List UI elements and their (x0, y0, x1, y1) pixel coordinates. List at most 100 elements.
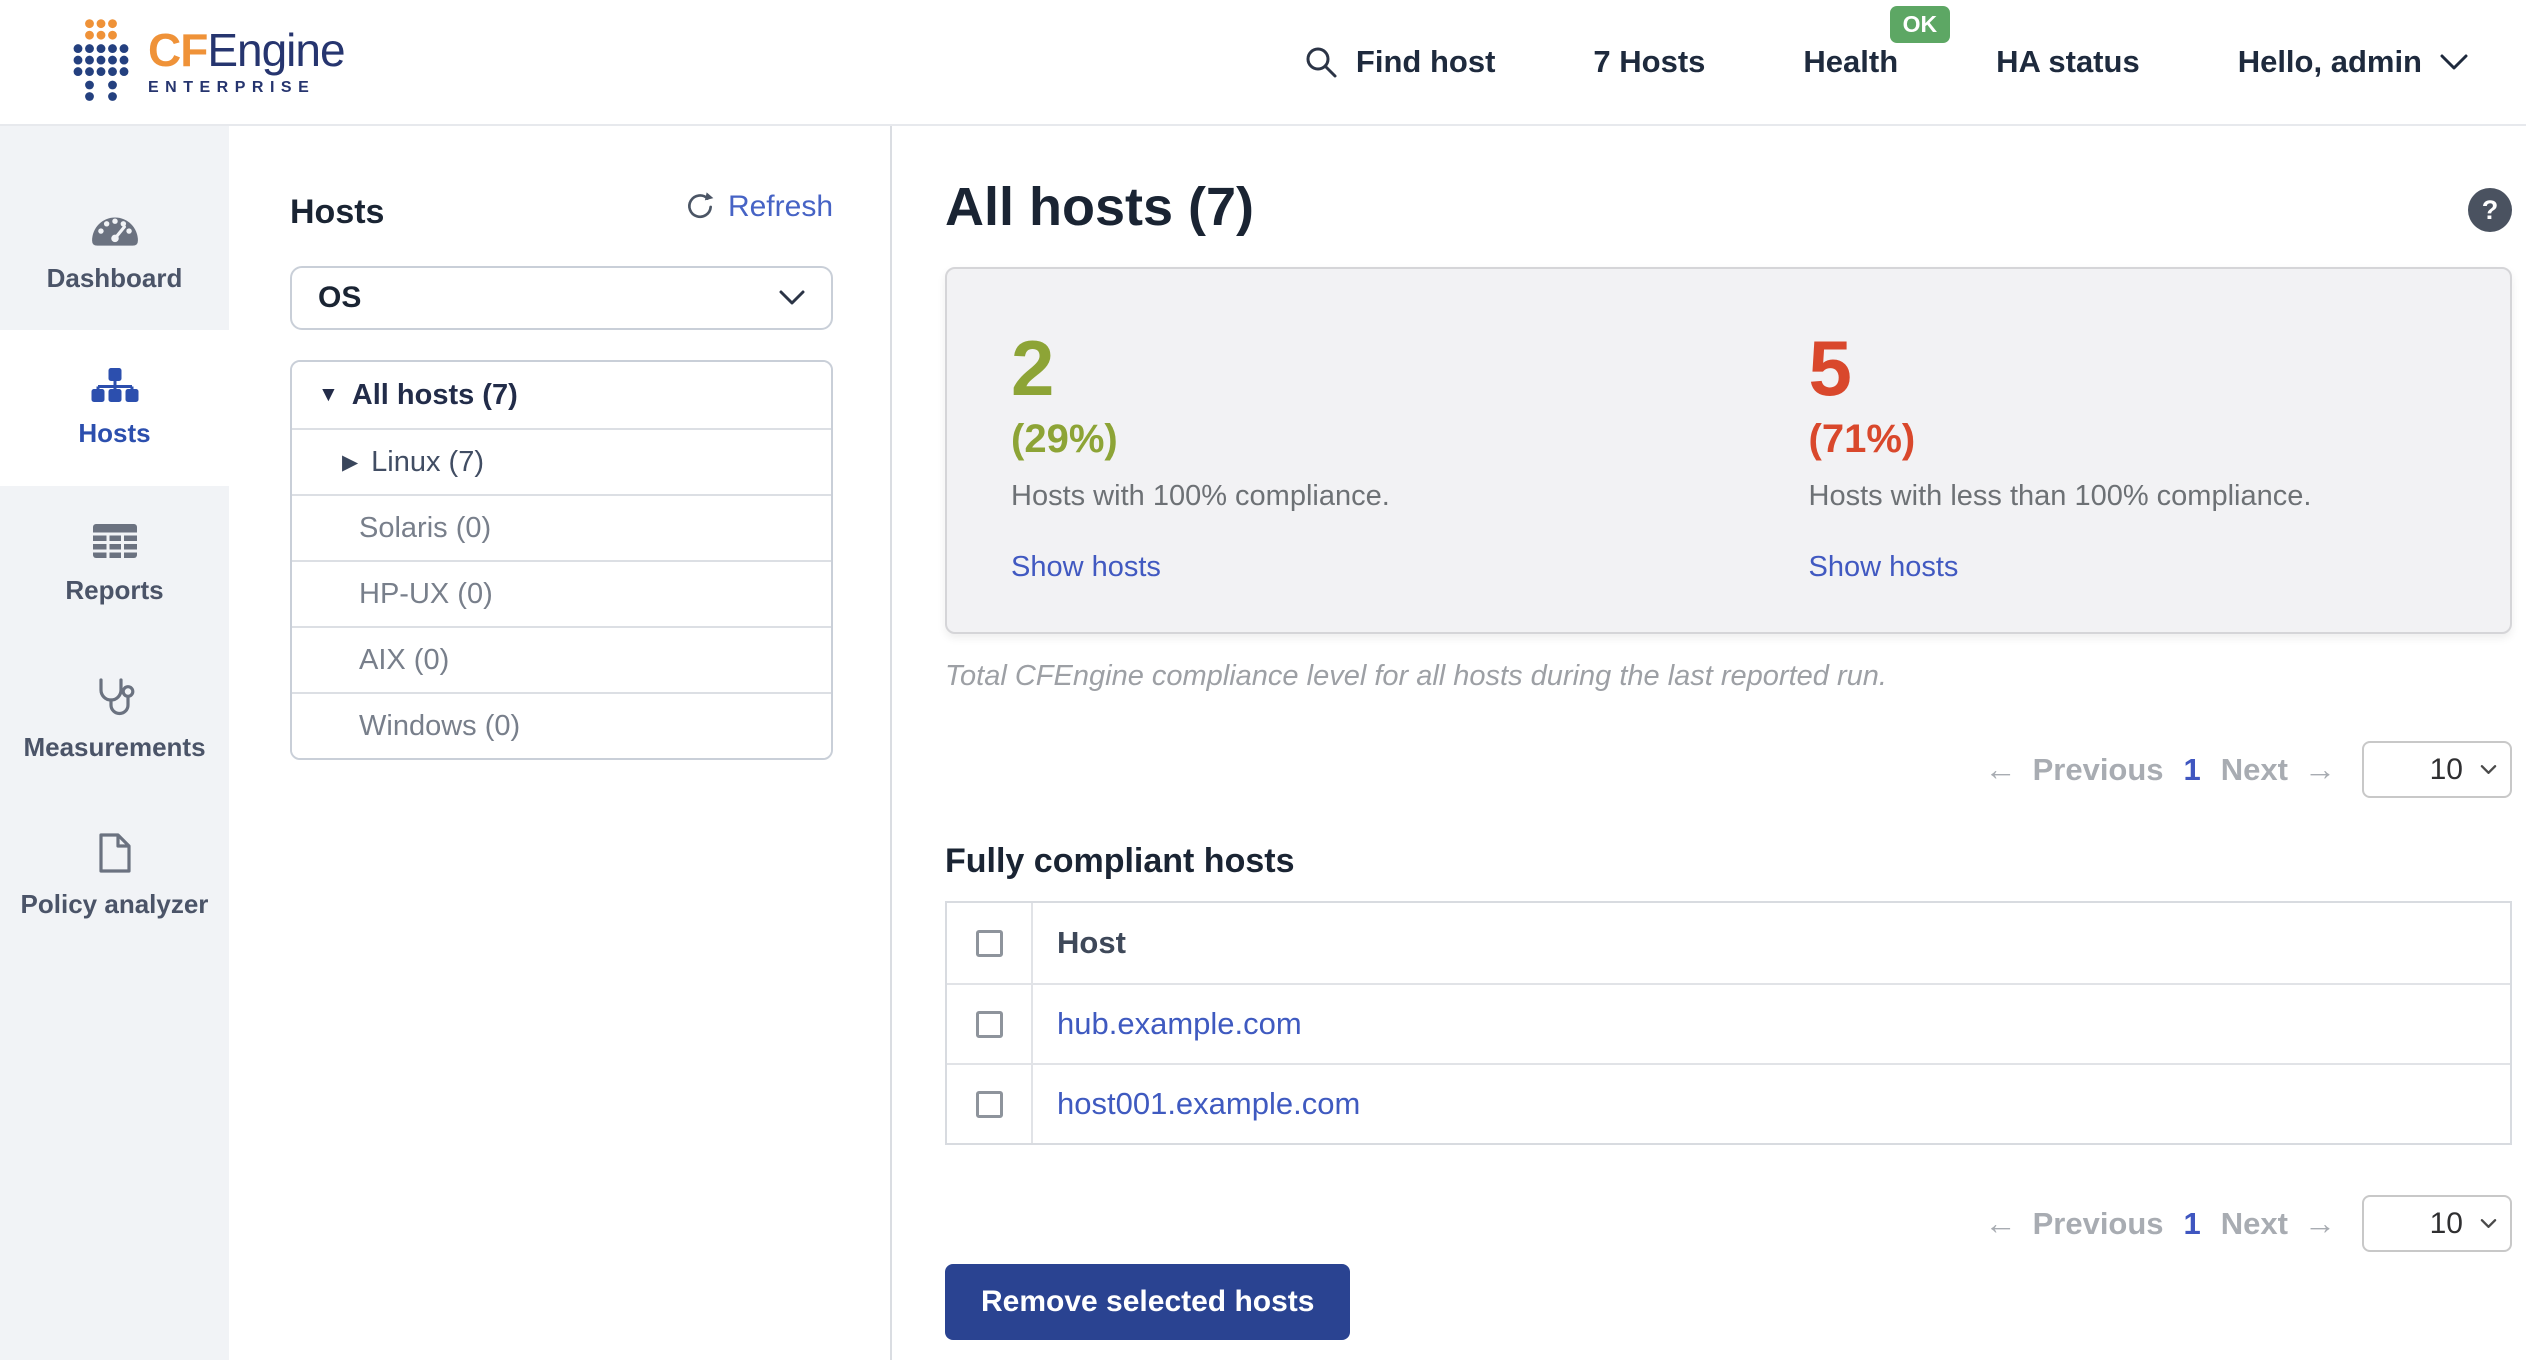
tree-item-windows[interactable]: Windows (0) (292, 692, 831, 758)
compliance-summary-box: 2 (29%) Hosts with 100% compliance. Show… (945, 267, 2512, 635)
tree-item-label: All hosts (7) (351, 378, 518, 411)
os-filter-value: OS (318, 281, 362, 314)
logo-wordmark: CFEngine ENTERPRISE (148, 24, 346, 97)
next-page-button[interactable]: Next (2221, 1206, 2288, 1242)
sidebar-item-label: Measurements (23, 731, 206, 762)
health-label: Health (1803, 44, 1899, 79)
gauge-icon (91, 217, 138, 246)
next-page-button[interactable]: Next (2221, 752, 2288, 788)
host-link[interactable]: host001.example.com (1057, 1086, 1360, 1122)
pagination-bottom: ← Previous 1 Next → 10 (945, 1195, 2512, 1253)
sidebar-item-label: Dashboard (46, 262, 183, 293)
top-header: CFEngine ENTERPRISE Find host 7 Hosts He… (0, 0, 2526, 126)
table-title: Fully compliant hosts (945, 842, 1295, 881)
host-column-header: Host (1057, 925, 1126, 961)
sidebar-item-label: Policy analyzer (20, 888, 209, 919)
tree-item-solaris[interactable]: Solaris (0) (292, 494, 831, 560)
sitemap-icon (91, 367, 138, 402)
show-noncompliant-hosts-link[interactable]: Show hosts (1809, 551, 1959, 584)
ha-status-link[interactable]: HA status (1996, 44, 2140, 80)
page-size-select[interactable]: 10 (2362, 741, 2512, 799)
compliant-caption: Hosts with 100% compliance. (1011, 480, 1390, 513)
os-filter-select[interactable]: OS (290, 266, 833, 330)
noncompliant-count: 5 (1808, 324, 1852, 413)
sidebar-item-label: Hosts (78, 417, 151, 448)
logo-cf: CF (148, 24, 208, 76)
page-size-value: 10 (2429, 1206, 2463, 1240)
hosts-panel-title: Hosts (290, 193, 385, 231)
page-size-select[interactable]: 10 (2362, 1195, 2512, 1253)
table-grid-icon (92, 523, 137, 558)
document-icon (98, 832, 131, 873)
tree-item-hpux[interactable]: HP-UX (0) (292, 560, 831, 626)
table-row: host001.example.com (947, 1063, 2510, 1144)
refresh-icon (688, 192, 714, 219)
triangle-right-icon[interactable]: ▶ (342, 450, 358, 475)
previous-arrow-icon: ← (1984, 751, 2017, 788)
refresh-label: Refresh (727, 190, 833, 223)
search-icon (1306, 47, 1337, 78)
sidebar-item-hosts[interactable]: Hosts (0, 330, 229, 486)
previous-arrow-icon: ← (1984, 1205, 2017, 1242)
hosts-count-link[interactable]: 7 Hosts (1593, 44, 1705, 80)
cfengine-logo[interactable]: CFEngine ENTERPRISE (72, 16, 346, 108)
user-menu[interactable]: Hello, admin (2238, 44, 2468, 80)
pagination-top: ← Previous 1 Next → 10 (945, 741, 2512, 799)
logo-subtitle: ENTERPRISE (148, 79, 316, 96)
chevron-down-icon (2480, 765, 2497, 775)
chevron-down-icon (2440, 54, 2468, 69)
logo-engine: Engine (207, 24, 345, 76)
previous-page-button[interactable]: Previous (2033, 752, 2164, 788)
sidebar-item-policy-analyzer[interactable]: Policy analyzer (0, 798, 229, 954)
triangle-down-icon[interactable]: ▼ (318, 383, 339, 407)
page-number[interactable]: 1 (2180, 1206, 2205, 1242)
stethoscope-icon (98, 677, 134, 715)
host-link[interactable]: hub.example.com (1057, 1006, 1302, 1042)
find-host-button[interactable]: Find host (1304, 44, 1495, 80)
main-content: All hosts (7) ? 2 (29%) Hosts with 100% … (892, 126, 2526, 1360)
cfengine-robot-icon (73, 19, 129, 101)
sidebar-item-dashboard[interactable]: Dashboard (0, 174, 229, 330)
page-title: All hosts (7) (945, 177, 1255, 237)
page-size-value: 10 (2429, 752, 2463, 786)
content-area: Dashboard Hosts Reports Measurements Pol… (0, 126, 2526, 1360)
hosts-filter-panel: Hosts Refresh OS ▼ All hosts (7) ▶ Linux… (229, 126, 892, 1360)
noncompliant-caption: Hosts with less than 100% compliance. (1808, 480, 2312, 513)
remove-selected-hosts-button[interactable]: Remove selected hosts (945, 1264, 1351, 1341)
hosts-count-label: 7 Hosts (1593, 44, 1706, 79)
tree-item-aix[interactable]: AIX (0) (292, 626, 831, 692)
compliance-note: Total CFEngine compliance level for all … (945, 660, 1887, 693)
tree-item-label: Windows (0) (359, 709, 521, 742)
compliant-hosts-table: Host hub.example.com host001.example.com (945, 901, 2512, 1146)
next-arrow-icon: → (2304, 1205, 2336, 1242)
row-checkbox[interactable] (975, 1090, 1003, 1118)
health-link[interactable]: Health OK (1803, 6, 1951, 80)
refresh-button[interactable]: Refresh (684, 190, 833, 224)
tree-item-label: HP-UX (0) (359, 577, 493, 610)
tree-item-label: Solaris (0) (359, 511, 492, 544)
tree-item-linux[interactable]: ▶ Linux (7) (292, 428, 831, 494)
find-host-label: Find host (1355, 44, 1496, 79)
ha-status-label: HA status (1996, 44, 2140, 79)
tree-item-all-hosts[interactable]: ▼ All hosts (7) (292, 362, 831, 428)
noncompliant-percent: (71%) (1808, 417, 1916, 462)
compliant-stat: 2 (29%) Hosts with 100% compliance. Show… (947, 329, 1729, 584)
compliant-count: 2 (1011, 324, 1055, 413)
page-number[interactable]: 1 (2180, 752, 2205, 788)
sidebar: Dashboard Hosts Reports Measurements Pol… (0, 126, 229, 1360)
table-row: hub.example.com (947, 983, 2510, 1064)
row-checkbox[interactable] (975, 1010, 1003, 1038)
host-tree: ▼ All hosts (7) ▶ Linux (7) Solaris (0) … (290, 360, 833, 760)
sidebar-item-measurements[interactable]: Measurements (0, 642, 229, 798)
show-compliant-hosts-link[interactable]: Show hosts (1011, 551, 1161, 584)
select-all-checkbox[interactable] (975, 929, 1003, 957)
chevron-down-icon (779, 290, 805, 305)
previous-page-button[interactable]: Previous (2033, 1206, 2164, 1242)
sidebar-item-reports[interactable]: Reports (0, 486, 229, 642)
tree-item-label: Linux (7) (371, 445, 484, 478)
tree-item-label: AIX (0) (359, 643, 450, 676)
help-button[interactable]: ? (2468, 188, 2512, 232)
sidebar-item-label: Reports (65, 574, 164, 605)
table-header-row: Host (947, 903, 2510, 984)
compliant-percent: (29%) (1011, 417, 1118, 462)
